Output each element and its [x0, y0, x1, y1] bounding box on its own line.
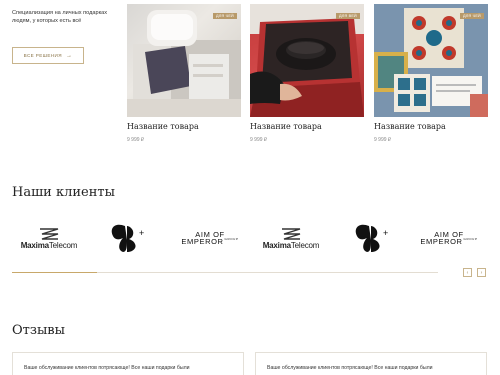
carousel-progress-fill [12, 272, 98, 273]
product-card[interactable]: ДЛЯ ЧЕЙ Название товара 9 999 ₽ [127, 4, 241, 143]
svg-text:+: + [139, 228, 144, 238]
maxima-telecom-wordmark: MaximaTelecom [262, 240, 320, 250]
arrow-right-icon: → [65, 52, 73, 59]
clients-carousel[interactable]: MaximaTelecom + AIM OF EMPERORGROUP Maxi… [12, 218, 488, 258]
product-title[interactable]: Название товара [127, 122, 241, 131]
intro-line-2: людям, у которых есть всё [12, 18, 82, 25]
all-solutions-label: ВСЕ РЕШЕНИЯ [23, 53, 62, 58]
review-card[interactable]: Ваше обслуживание клиентов потрясающе! В… [255, 352, 487, 375]
client-logo-b-plus[interactable]: + [108, 218, 148, 258]
client-logo-b-plus[interactable]: + [352, 218, 392, 258]
butterfly-b-plus-logo-icon: + [111, 224, 144, 252]
product-price: 9 999 ₽ [127, 137, 145, 143]
carousel-prev-button[interactable]: ‹ [463, 268, 472, 277]
red-box-image [250, 4, 364, 117]
product-image[interactable]: ДЛЯ ВЕЙ [250, 4, 364, 117]
intro-line-1: Специализация на личных подарках [12, 10, 108, 16]
review-card[interactable]: Ваше обслуживание клиентов потрясающе! В… [12, 352, 244, 375]
carousel-next-button[interactable]: › [477, 268, 486, 277]
intro-text: Специализация на личных подарках людям, … [12, 9, 124, 25]
product-badge: ДЛЯ ЧЕЙ [212, 13, 237, 19]
gift-box-image [127, 10, 241, 117]
aim-of-emperor-line2: EMPERORGROUP [420, 237, 478, 246]
product-price: 9 999 ₽ [374, 137, 392, 143]
client-logo-aim-of-emperor[interactable]: AIM OF EMPERORGROUP [170, 218, 250, 258]
client-logo-maxima-telecom[interactable]: MaximaTelecom [258, 218, 324, 258]
chevron-right-icon: › [480, 269, 483, 276]
product-image[interactable]: ДЛЯ ЧЕЙ [374, 4, 488, 117]
carousel-progress-track [12, 272, 438, 273]
aim-of-emperor-line2: EMPERORGROUP [181, 237, 239, 246]
svg-text:+: + [383, 228, 388, 238]
maxima-telecom-wordmark: MaximaTelecom [20, 240, 78, 250]
product-title[interactable]: Название товара [250, 122, 364, 131]
review-text: Ваше обслуживание клиентов потрясающе! В… [24, 365, 190, 371]
chevron-left-icon: ‹ [466, 269, 469, 276]
maxima-telecom-logo-icon [282, 227, 301, 240]
product-title[interactable]: Название товара [374, 122, 488, 131]
maxima-telecom-logo-icon [40, 227, 59, 240]
product-card[interactable]: ДЛЯ ВЕЙ Название товара 9 999 ₽ [250, 4, 364, 143]
product-price: 9 999 ₽ [250, 137, 268, 143]
product-badge: ДЛЯ ЧЕЙ [459, 13, 484, 19]
reviews-section-title: Отзывы [12, 323, 65, 338]
review-text: Ваше обслуживание клиентов потрясающе! В… [267, 365, 433, 371]
butterfly-b-plus-logo-icon: + [355, 224, 388, 252]
product-image[interactable]: ДЛЯ ЧЕЙ [127, 4, 241, 117]
client-logo-maxima-telecom[interactable]: MaximaTelecom [16, 218, 82, 258]
all-solutions-button[interactable]: ВСЕ РЕШЕНИЯ → [12, 47, 84, 64]
product-badge: ДЛЯ ВЕЙ [335, 13, 360, 19]
product-card[interactable]: ДЛЯ ЧЕЙ Название товара 9 999 ₽ [374, 4, 488, 143]
tiles-image [374, 4, 488, 117]
clients-section-title: Наши клиенты [12, 185, 115, 200]
client-logo-aim-of-emperor[interactable]: AIM OF EMPERORGROUP [410, 218, 488, 258]
